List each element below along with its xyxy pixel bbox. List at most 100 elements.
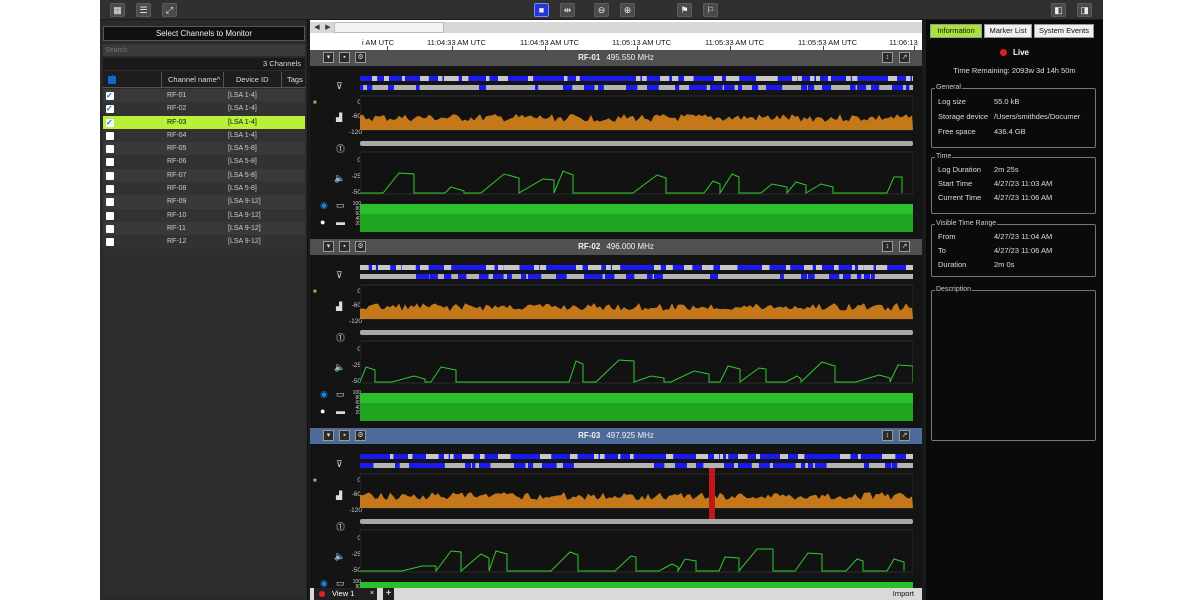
add-tab-button[interactable]: +	[383, 588, 394, 600]
channel-strip-header[interactable]: ▾ ▪ ⚙ RF-01 495.550 MHz ↕ ↗	[310, 50, 922, 66]
select-all-checkbox[interactable]	[108, 73, 116, 84]
layout-icon[interactable]: ▦	[110, 3, 125, 17]
activity-gap	[498, 76, 508, 81]
tab-view-1[interactable]: View 1 ×	[314, 588, 377, 600]
channel-row[interactable]: RF-01 [LSA 1-4]	[103, 89, 305, 103]
activity-gap	[756, 454, 761, 459]
channel-0-plots	[360, 76, 913, 232]
radio-icon[interactable]: ●	[320, 217, 325, 227]
alert-icon: ⓵	[336, 333, 346, 343]
channel-device-id: [LSA 9-12]	[228, 238, 261, 246]
popout-icon[interactable]: ↗	[899, 52, 910, 63]
filter-icon[interactable]: ⊽	[336, 270, 343, 281]
next-marker-icon[interactable]: ⚐	[703, 3, 718, 17]
filter-icon[interactable]: ⊽	[336, 81, 343, 92]
tab-marker-list[interactable]: Marker List	[984, 24, 1032, 38]
popout-icon[interactable]: ↗	[899, 241, 910, 252]
channel-checkbox[interactable]	[106, 89, 114, 102]
list-icon[interactable]: ☰	[136, 3, 151, 17]
activity-segment	[892, 463, 898, 468]
channel-strip-header[interactable]: ▾ ▪ ⚙ RF-02 496.000 MHz ↕ ↗	[310, 239, 922, 255]
activity-gap	[438, 76, 443, 81]
popout-icon[interactable]: ↗	[899, 430, 910, 441]
scrollbar-thumb[interactable]	[334, 22, 444, 33]
scroll-left-icon[interactable]: ◀	[312, 22, 322, 33]
horizontal-scrollbar[interactable]: ◀ ▶	[310, 22, 922, 33]
channel-checkbox[interactable]	[106, 185, 114, 194]
filter-icon[interactable]: ⊽	[336, 459, 343, 470]
scroll-right-icon[interactable]: ▶	[323, 22, 333, 33]
channel-device-id: [LSA 1-4]	[228, 118, 257, 126]
activity-gap	[684, 76, 694, 81]
radio-selected-icon[interactable]: ◉	[320, 389, 328, 400]
channel-checkbox[interactable]	[106, 211, 114, 220]
activity-segment	[787, 463, 796, 468]
radio-selected-icon[interactable]: ◉	[320, 200, 328, 211]
activity-segment	[521, 274, 527, 279]
column-tags[interactable]: Tags	[287, 71, 303, 88]
channel-row[interactable]: RF-03 [LSA 1-4]	[103, 115, 305, 129]
channel-strip-header[interactable]: ▾ ▪ ⚙ RF-03 497.925 MHz ↕ ↗	[310, 428, 922, 444]
activity-segment	[864, 274, 871, 279]
channel-row[interactable]: RF-12 [LSA 9-12]	[103, 235, 305, 249]
column-device-id[interactable]: Device ID	[236, 71, 269, 88]
tab-information[interactable]: Information	[930, 24, 982, 38]
zoom-out-icon[interactable]: ⊖	[594, 3, 609, 17]
info-key: To	[938, 246, 946, 255]
zoom-in-icon[interactable]: ⊕	[620, 3, 635, 17]
alert-icon: ⓵	[336, 144, 346, 154]
channel-checkbox[interactable]	[106, 158, 114, 167]
channel-device-id: [LSA 9-12]	[228, 198, 261, 206]
activity-gap	[462, 76, 469, 81]
activity-gap	[702, 454, 709, 459]
channel-row[interactable]: RF-06 [LSA 5-8]	[103, 155, 305, 169]
channel-checkbox[interactable]	[106, 102, 114, 115]
previous-marker-icon[interactable]: ⚑	[677, 3, 692, 17]
panel-left-icon[interactable]: ◧	[1051, 3, 1066, 17]
group-title-visible-range: Visible Time Range	[935, 220, 998, 227]
activity-segment	[780, 274, 784, 279]
channel-checkbox[interactable]	[106, 171, 114, 180]
activity-gap	[360, 265, 369, 270]
activity-gap	[864, 265, 874, 270]
channel-checkbox[interactable]	[106, 145, 114, 154]
close-tab-icon[interactable]: ×	[370, 588, 374, 600]
radio-icon[interactable]: ●	[320, 406, 325, 416]
channel-row[interactable]: RF-02 [LSA 1-4]	[103, 102, 305, 116]
channel-name: RF-04	[167, 131, 187, 139]
activity-segment	[416, 85, 420, 90]
channel-checkbox[interactable]	[106, 224, 114, 233]
activity-segment	[535, 85, 539, 90]
activity-gap	[702, 265, 708, 270]
column-channel-name[interactable]: Channel name^	[168, 71, 220, 88]
channel-row[interactable]: RF-10 [LSA 9-12]	[103, 208, 305, 222]
expand-icon[interactable]: ↕	[882, 52, 893, 63]
channel-row[interactable]: RF-05 [LSA 5-8]	[103, 142, 305, 156]
select-mode-icon[interactable]: ■	[534, 3, 549, 17]
activity-gap	[816, 76, 820, 81]
channel-checkbox[interactable]	[106, 116, 114, 129]
expand-icon[interactable]: ↕	[882, 430, 893, 441]
import-button[interactable]: Import	[893, 588, 914, 600]
fit-width-icon[interactable]: ⇹	[560, 3, 575, 17]
activity-gap	[372, 265, 376, 270]
channel-checkbox[interactable]	[106, 238, 114, 247]
info-key: Current Time	[938, 193, 982, 202]
channel-checkbox[interactable]	[106, 131, 114, 140]
activity-gap	[636, 76, 641, 81]
activity-segment	[675, 85, 680, 90]
channel-checkbox[interactable]	[106, 198, 114, 207]
channel-row[interactable]: RF-08 [LSA 5-8]	[103, 182, 305, 196]
search-input[interactable]	[103, 44, 305, 56]
fullscreen-icon[interactable]: ⤢	[162, 3, 177, 17]
channel-row[interactable]: RF-07 [LSA 5-8]	[103, 168, 305, 183]
tab-system-events[interactable]: System Events	[1034, 24, 1094, 38]
panel-right-icon[interactable]: ◨	[1077, 3, 1092, 17]
expand-icon[interactable]: ↕	[882, 241, 893, 252]
channel-row[interactable]: RF-04 [LSA 1-4]	[103, 128, 305, 143]
channel-row[interactable]: RF-09 [LSA 9-12]	[103, 195, 305, 209]
channel-row[interactable]: RF-11 [LSA 9-12]	[103, 221, 305, 236]
activity-gap	[804, 265, 813, 270]
signal-strength-icon: ▟	[336, 491, 343, 500]
description-box[interactable]: Description	[931, 286, 1096, 441]
